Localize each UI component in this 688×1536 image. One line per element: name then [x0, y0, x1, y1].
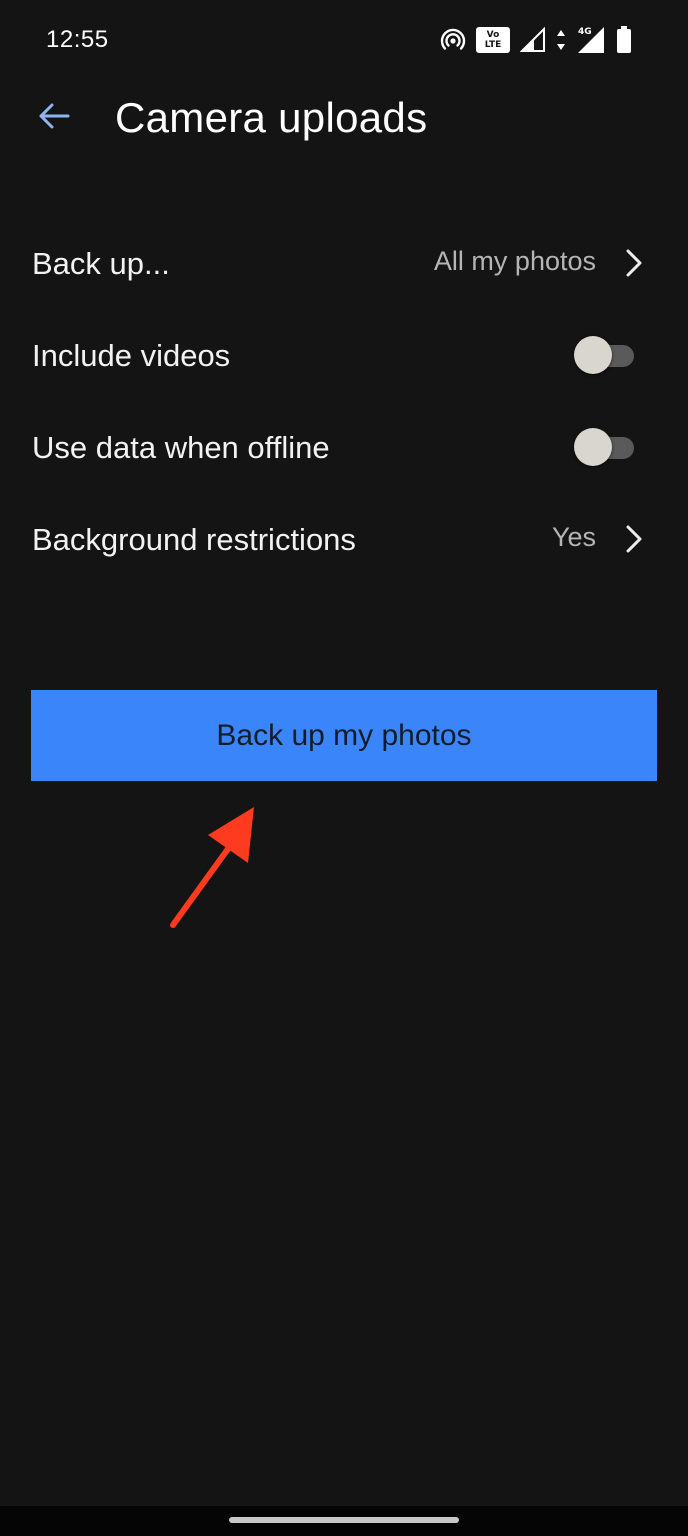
toggle-thumb — [574, 336, 612, 374]
settings-list: Back up... All my photos Include videos … — [0, 218, 688, 586]
background-restrictions-label: Background restrictions — [32, 522, 356, 557]
signal-4g-icon: 4G — [578, 27, 604, 53]
toggle-thumb — [574, 428, 612, 466]
include-videos-label: Include videos — [32, 338, 231, 373]
page-title: Camera uploads — [115, 94, 428, 141]
status-time: 12:55 — [46, 26, 109, 53]
navigation-bar — [0, 1506, 688, 1536]
include-videos-row[interactable]: Include videos — [0, 310, 688, 402]
annotation-arrow-icon — [170, 807, 254, 928]
status-bar: 12:55 Vo LTE 4G — [0, 0, 688, 80]
back-up-row[interactable]: Back up... All my photos — [0, 218, 688, 310]
include-videos-toggle[interactable] — [574, 336, 636, 374]
back-up-value: All my photos — [433, 246, 596, 276]
screen: 12:55 Vo LTE 4G Camera uploads Back up..… — [0, 0, 688, 1536]
battery-icon — [617, 26, 631, 53]
use-data-offline-toggle[interactable] — [574, 428, 636, 466]
use-data-offline-label: Use data when offline — [32, 430, 330, 465]
background-restrictions-value: Yes — [551, 522, 596, 552]
signal-sim1-icon — [520, 27, 545, 52]
app-header: Camera uploads — [0, 80, 688, 156]
back-up-my-photos-button[interactable]: Back up my photos — [31, 690, 657, 781]
data-transfer-icon — [557, 30, 565, 50]
volte-line2: LTE — [484, 40, 502, 50]
status-icons: Vo LTE 4G — [440, 24, 632, 56]
home-gesture-handle[interactable] — [229, 1517, 459, 1523]
chevron-right-icon — [626, 525, 642, 553]
back-up-label: Back up... — [32, 246, 170, 281]
back-button[interactable] — [30, 94, 78, 138]
background-restrictions-row[interactable]: Background restrictions Yes — [0, 494, 688, 586]
arrow-left-icon — [39, 103, 70, 129]
network-label: 4G — [578, 27, 592, 37]
volte-icon: Vo LTE — [476, 27, 510, 53]
volte-line1: Vo — [486, 30, 500, 40]
chevron-right-icon — [626, 249, 642, 277]
hotspot-icon — [440, 28, 466, 50]
use-data-offline-row[interactable]: Use data when offline — [0, 402, 688, 494]
